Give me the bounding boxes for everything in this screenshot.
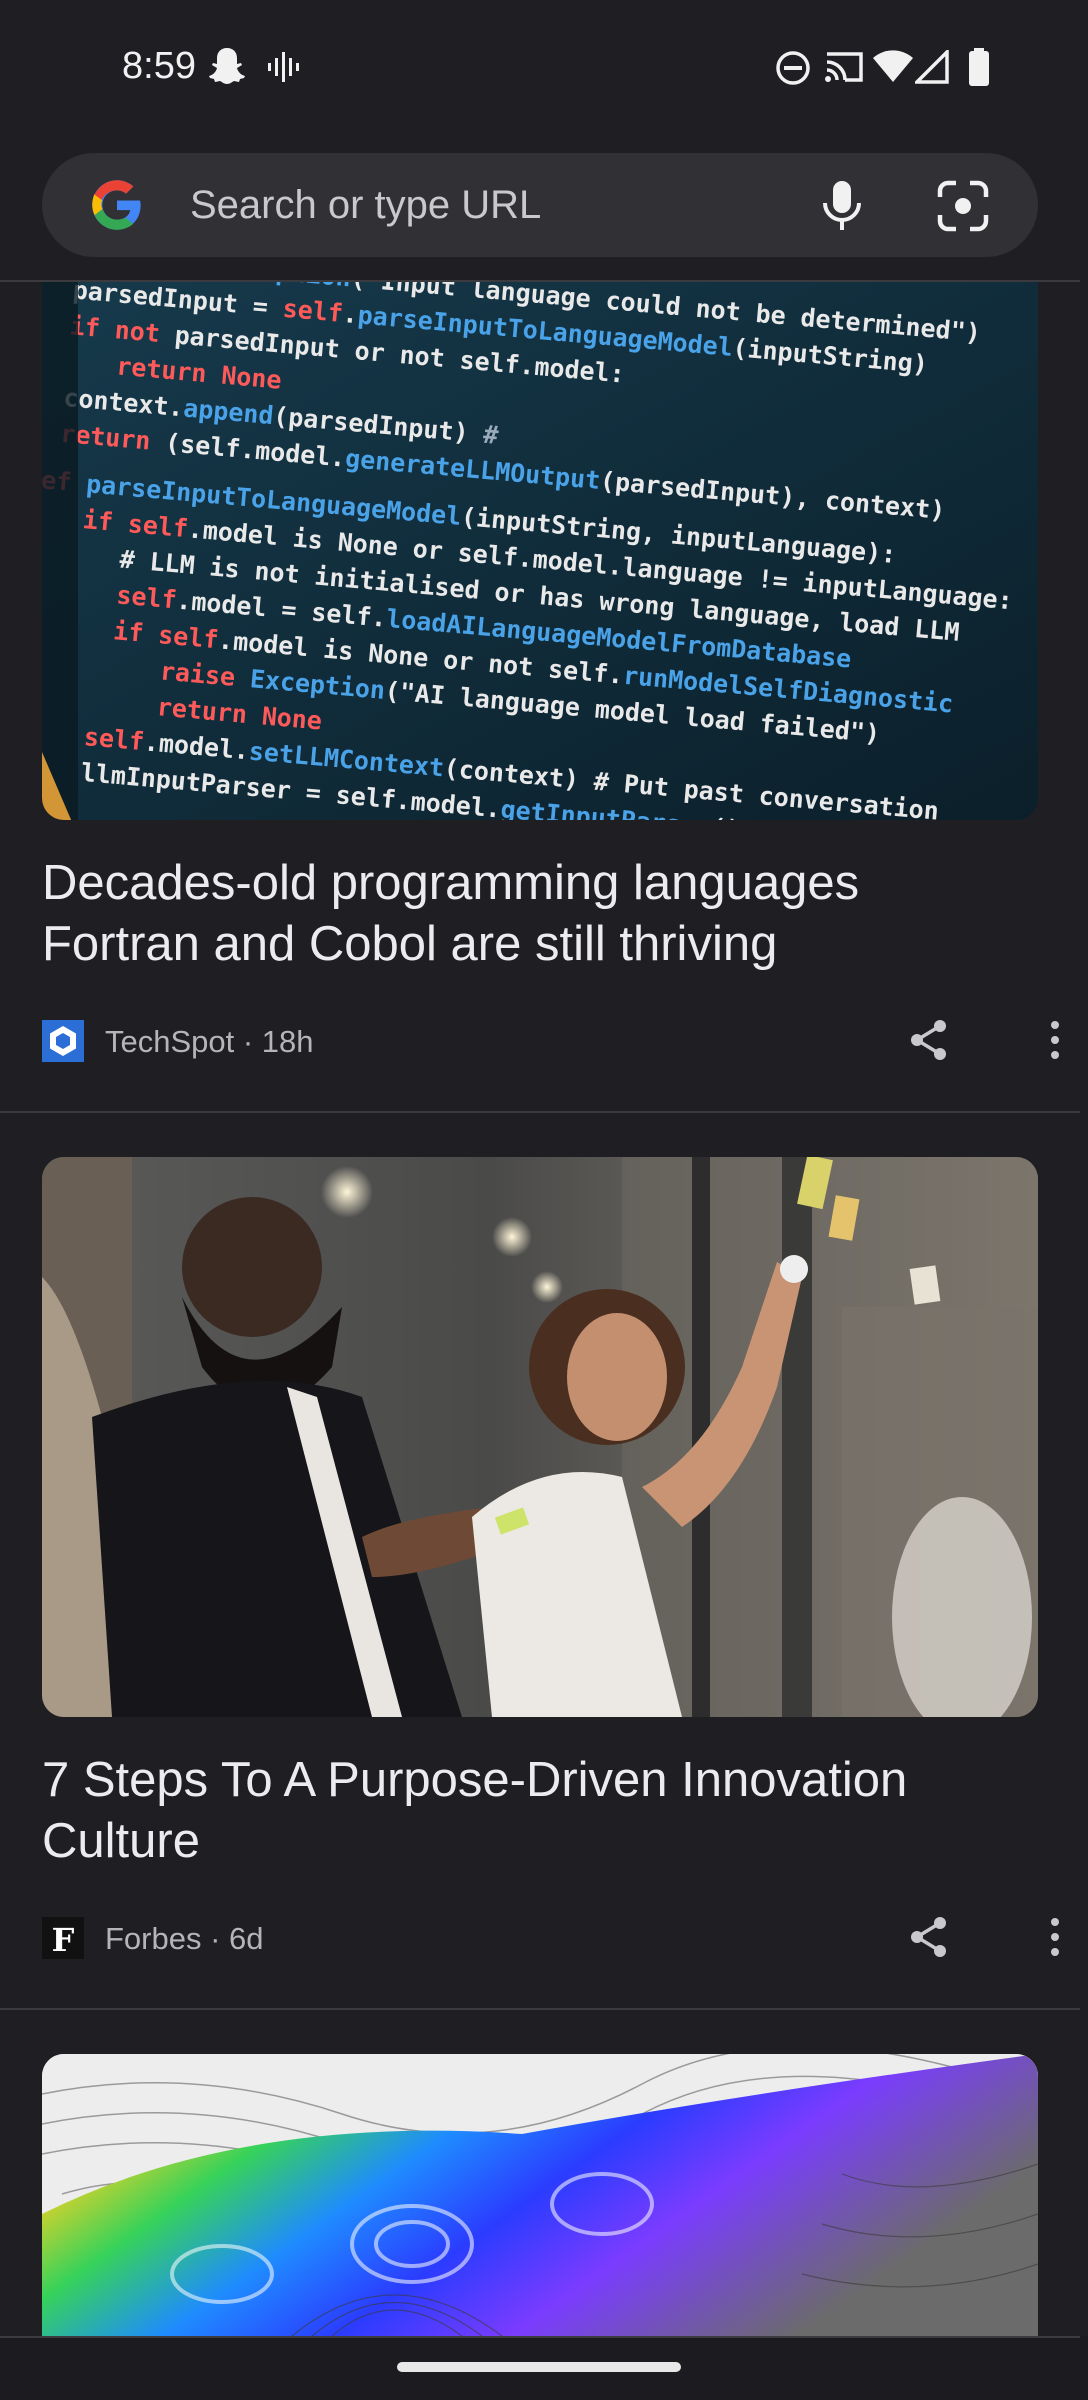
article-source: TechSpot · 18h (105, 1024, 314, 1059)
more-options-icon[interactable] (1042, 1915, 1068, 1959)
forbes-favicon-icon: F (42, 1917, 84, 1959)
svg-text:F: F (52, 1921, 75, 1959)
navigation-divider (0, 2336, 1080, 2338)
search-bar[interactable]: Search or type URL (42, 153, 1038, 257)
techspot-favicon-icon (42, 1020, 84, 1062)
voicemail-icon (268, 52, 299, 82)
signal-icon (915, 50, 949, 84)
snapchat-icon (209, 48, 245, 84)
more-options-icon[interactable] (1042, 1018, 1068, 1062)
google-logo (92, 180, 141, 230)
status-time: 8:59 (122, 45, 196, 87)
article-divider (0, 2008, 1080, 2010)
mic-icon[interactable] (812, 175, 872, 235)
gesture-handle[interactable] (397, 2362, 681, 2372)
lens-icon[interactable] (932, 175, 994, 237)
wifi-icon (873, 50, 913, 82)
cast-icon (825, 52, 863, 82)
status-bar: 8:59 (0, 0, 1088, 135)
code-screen-image[interactable]: raise Exception("Input language could no… (42, 282, 1038, 820)
share-icon[interactable] (907, 1915, 951, 1959)
search-input[interactable]: Search or type URL (190, 183, 541, 228)
share-icon[interactable] (907, 1018, 951, 1062)
do-not-disturb-icon (776, 51, 810, 85)
article-divider (0, 1111, 1080, 1113)
interferogram-map-image[interactable] (42, 2054, 1038, 2336)
article-meta: F Forbes · 6d (42, 1912, 1059, 1962)
article-meta: TechSpot · 18h (42, 1015, 1059, 1065)
article-headline[interactable]: 7 Steps To A Purpose-Driven Innovation C… (42, 1750, 1022, 1872)
battery-icon (969, 48, 989, 86)
office-sticky-notes-image[interactable] (42, 1157, 1038, 1717)
article-source: Forbes · 6d (105, 1921, 264, 1956)
article-headline[interactable]: Decades-old programming languages Fortra… (42, 853, 1022, 975)
